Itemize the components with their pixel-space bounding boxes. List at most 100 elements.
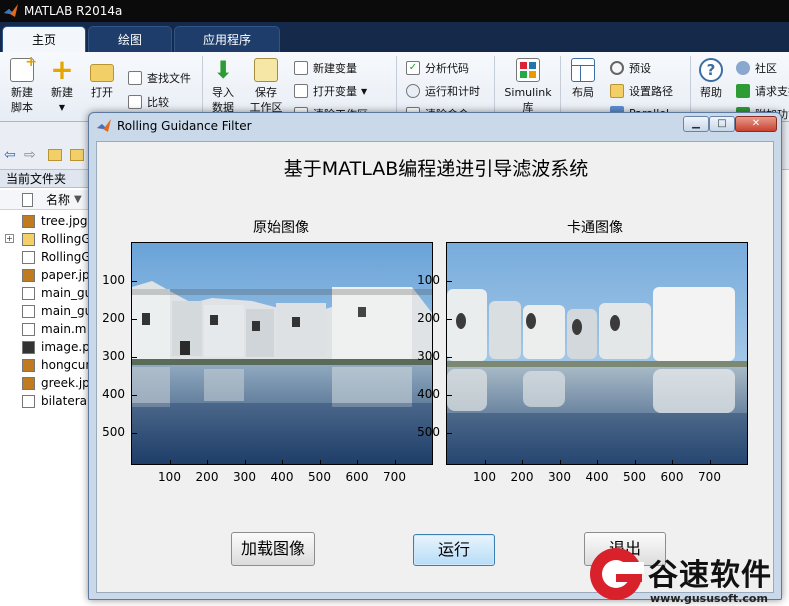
file-list-item[interactable]: main.m	[0, 320, 92, 338]
y-tick-label: 400	[102, 386, 125, 401]
x-tick-mark	[169, 460, 171, 465]
folder-file-icon	[22, 233, 35, 246]
request-support-button[interactable]: 请求支持	[736, 83, 789, 99]
preferences-button[interactable]: 预设	[610, 60, 651, 76]
axes-original-image	[131, 242, 433, 465]
file-list-item[interactable]: + RollingGuidanceFilter	[0, 230, 92, 248]
new-button[interactable]: + 新建 ▼	[44, 56, 80, 115]
tab-apps[interactable]: 应用程序	[174, 26, 280, 52]
close-button[interactable]: ✕	[735, 116, 777, 132]
ribbon-tabbar: 主页 绘图 应用程序	[0, 22, 789, 52]
open-variable-icon	[294, 84, 308, 98]
x-tick-label: 100	[158, 470, 181, 484]
x-tick-mark	[357, 460, 358, 465]
file-list-header[interactable]: 名称 ▼	[0, 190, 90, 210]
load-image-button[interactable]: 加载图像	[231, 532, 315, 566]
community-icon	[736, 61, 750, 75]
y-tick-mark	[132, 318, 137, 320]
file-list-item[interactable]: hongcun.jpg	[0, 356, 92, 374]
file-list-item[interactable]: tree.jpg	[0, 212, 92, 230]
back-arrow-icon[interactable]: ⇦	[4, 148, 20, 162]
ribbon-separator	[494, 56, 495, 118]
import-data-button[interactable]: ⬇ 导入 数据	[206, 58, 240, 115]
compare-button[interactable]: 比较	[128, 94, 169, 110]
file-list-item[interactable]: main_gui.fig	[0, 284, 92, 302]
find-files-button[interactable]: 查找文件	[128, 70, 191, 86]
x-tick-mark	[394, 460, 396, 465]
watermark-url: www.gususoft.com	[650, 592, 768, 605]
new-script-button[interactable]: + 新建 脚本	[4, 55, 40, 115]
png-file-icon	[22, 341, 35, 354]
file-list-item[interactable]: greek.jpg	[0, 374, 92, 392]
file-name: paper.jpg	[41, 268, 92, 282]
ribbon-separator	[690, 56, 691, 118]
browse-folder-icon[interactable]	[70, 149, 84, 161]
file-name: image.png	[41, 340, 92, 354]
minimize-button[interactable]: ▁	[683, 116, 709, 132]
new-variable-button[interactable]: 新建变量	[294, 60, 357, 76]
run-button[interactable]: 运行	[413, 534, 495, 566]
stopwatch-icon	[406, 84, 420, 98]
ribbon-separator	[202, 56, 203, 118]
open-button[interactable]: 打开	[84, 58, 120, 100]
jpg-file-icon	[22, 377, 35, 390]
new-variable-icon	[294, 61, 308, 75]
set-path-icon	[610, 84, 624, 98]
y-tick-label: 100	[417, 272, 440, 287]
ribbon-separator	[396, 56, 397, 118]
simulink-button[interactable]: Simulink 库	[502, 58, 554, 115]
open-variable-button[interactable]: 打开变量 ▼	[294, 83, 367, 99]
figure-window: Rolling Guidance Filter ▁ □ ✕ 基于MATLAB编程…	[88, 112, 782, 600]
figure-titlebar[interactable]: Rolling Guidance Filter ▁ □ ✕	[89, 113, 781, 139]
file-list-item[interactable]: main_gui.m	[0, 302, 92, 320]
set-path-button[interactable]: 设置路径	[610, 83, 673, 99]
y-tick-mark	[132, 432, 137, 434]
tab-plots[interactable]: 绘图	[88, 26, 172, 52]
jpg-file-icon	[22, 215, 35, 228]
y-tick-mark	[447, 432, 452, 434]
gususoft-logo-icon	[590, 548, 644, 600]
x-tick-label: 500	[308, 470, 331, 484]
y-tick-label: 100	[102, 272, 125, 287]
y-tick-label: 500	[102, 424, 125, 439]
y-tick-mark	[447, 394, 452, 396]
save-workspace-icon	[254, 58, 278, 82]
file-list-item[interactable]: bilateralFilter.m	[0, 392, 92, 410]
cartoon-photo	[447, 243, 747, 464]
y-tick-mark	[447, 318, 452, 320]
community-button[interactable]: 社区	[736, 60, 777, 76]
expand-plus-icon[interactable]: +	[5, 234, 14, 243]
x-tick-label: 200	[195, 470, 219, 484]
y-tick-mark	[447, 280, 452, 282]
x-tick-mark	[559, 460, 561, 465]
tab-home[interactable]: 主页	[2, 26, 86, 52]
x-tick-mark	[597, 460, 598, 465]
figure-client-area: 基于MATLAB编程递进引导滤波系统 原始图像 卡通图像 加载图像 运行 退出 …	[96, 141, 774, 593]
gui-main-title: 基于MATLAB编程递进引导滤波系统	[283, 158, 589, 180]
file-list-item[interactable]: paper.jpg	[0, 266, 92, 284]
help-button[interactable]: ? 帮助	[694, 58, 728, 100]
maximize-button[interactable]: □	[709, 116, 735, 132]
forward-arrow-icon[interactable]: ⇨	[24, 148, 40, 162]
run-and-time-button[interactable]: 运行和计时	[406, 83, 480, 99]
x-tick-label: 700	[698, 470, 721, 484]
y-tick-label: 200	[417, 310, 440, 325]
checklist-icon: ✓	[406, 61, 420, 75]
x-tick-mark	[484, 460, 486, 465]
file-list-item[interactable]: image.png	[0, 338, 92, 356]
gususoft-watermark: 谷速软件 www.gususoft.com	[590, 548, 789, 606]
m-file-icon	[22, 305, 35, 318]
sort-down-icon: ▼	[74, 194, 82, 205]
original-photo	[132, 243, 432, 464]
ribbon-separator	[560, 56, 561, 118]
column-name-header[interactable]: 名称	[46, 190, 70, 210]
up-folder-icon[interactable]	[48, 149, 62, 161]
y-tick-label: 500	[417, 424, 440, 439]
analyze-code-button[interactable]: ✓ 分析代码	[406, 60, 469, 76]
m-file-icon	[22, 251, 35, 264]
file-list-item[interactable]: RollingGuidanceFilter.m	[0, 248, 92, 266]
layout-button[interactable]: 布局	[566, 58, 600, 100]
x-tick-label: 100	[473, 470, 496, 484]
x-tick-label: 600	[345, 470, 369, 484]
save-workspace-button[interactable]: 保存 工作区	[248, 58, 284, 115]
